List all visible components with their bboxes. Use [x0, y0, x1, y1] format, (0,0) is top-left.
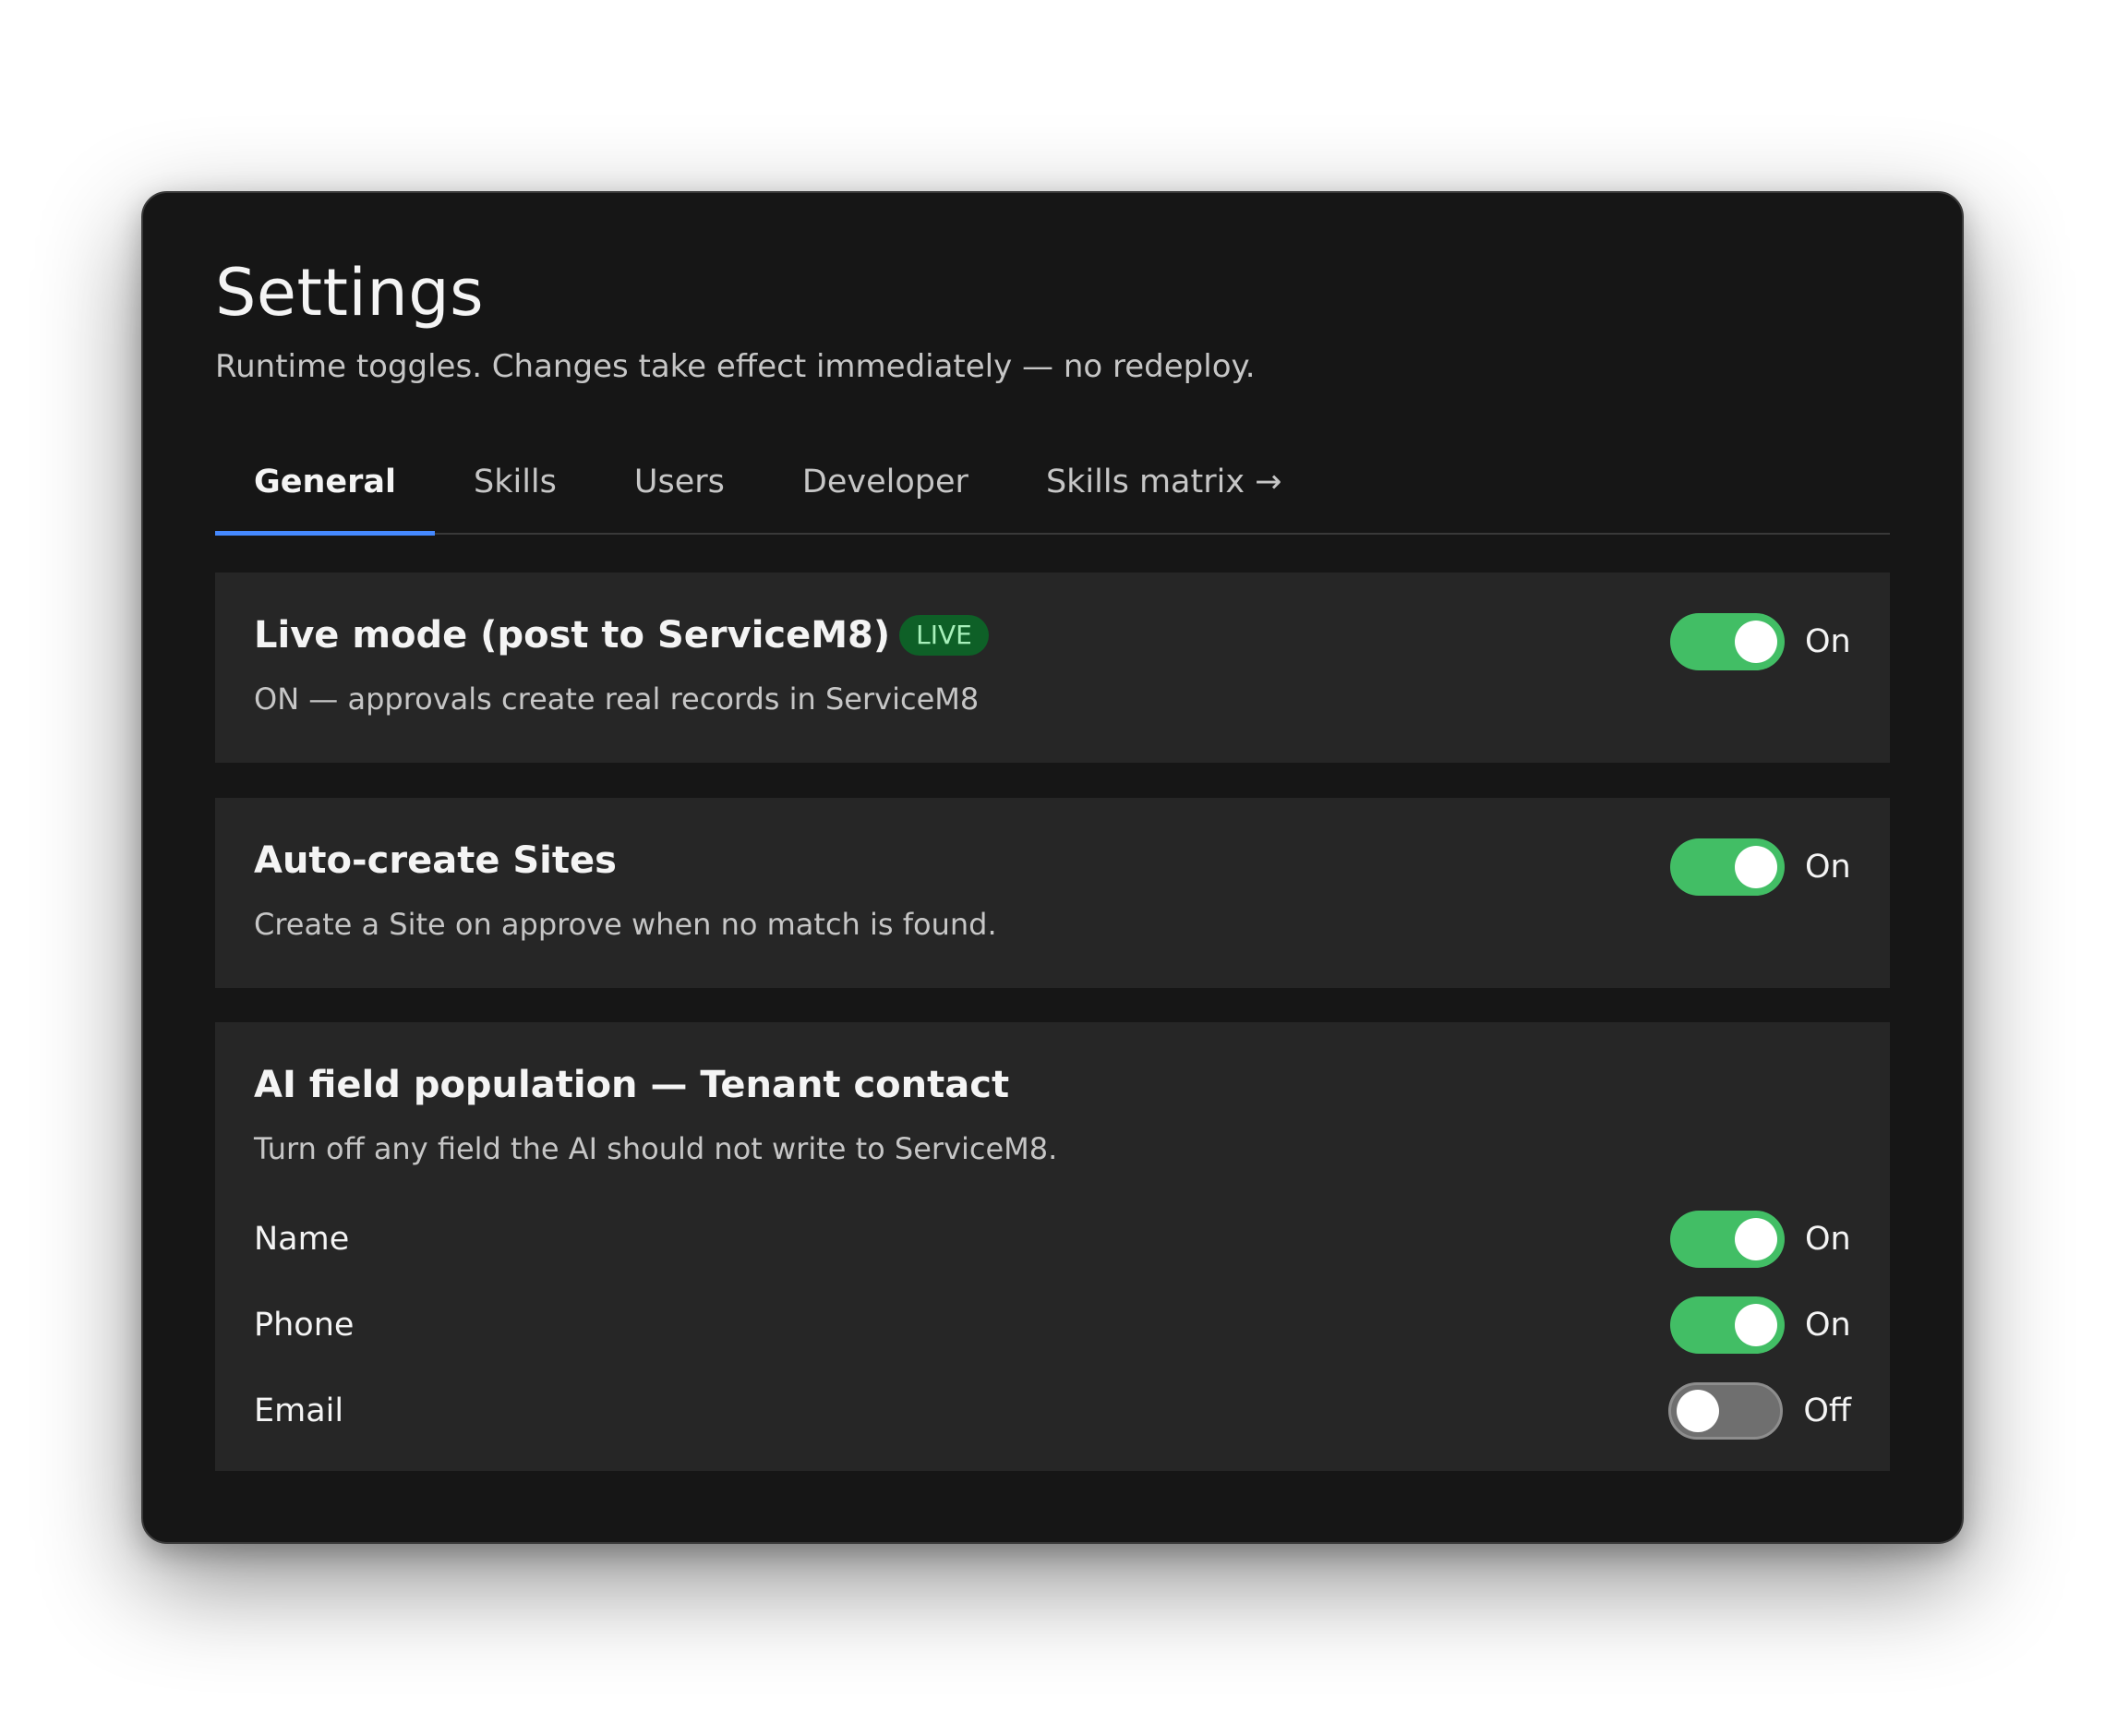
- toggle-knob: [1677, 1390, 1720, 1432]
- tab-developer[interactable]: Developer: [764, 431, 1007, 533]
- field-state-name: On: [1805, 1221, 1851, 1258]
- field-row-phone: Phone On: [254, 1293, 1851, 1357]
- field-state-email: Off: [1803, 1392, 1851, 1429]
- tab-skills-matrix-link[interactable]: Skills matrix →: [1007, 431, 1321, 533]
- tab-general[interactable]: General: [215, 431, 435, 536]
- ai-field-population-title: AI field population — Tenant contact: [254, 1064, 1010, 1106]
- toggle-knob: [1735, 1304, 1777, 1346]
- auto-create-sites-title-row: Auto-create Sites: [254, 838, 617, 883]
- phone-switch[interactable]: [1670, 1296, 1785, 1354]
- field-toggle-email[interactable]: Off: [1668, 1382, 1851, 1440]
- field-label-email: Email: [254, 1392, 344, 1429]
- email-switch[interactable]: [1668, 1382, 1784, 1440]
- field-toggle-name[interactable]: On: [1670, 1211, 1851, 1268]
- ai-field-population-title-row: AI field population — Tenant contact: [254, 1063, 1009, 1107]
- live-mode-card: Live mode (post to ServiceM8) LIVE ON — …: [215, 573, 1890, 763]
- settings-tabs: General Skills Users Developer Skills ma…: [215, 431, 1890, 536]
- auto-create-sites-toggle[interactable]: On: [1670, 838, 1851, 896]
- ai-field-population-description: Turn off any field the AI should not wri…: [254, 1131, 1058, 1166]
- field-label-name: Name: [254, 1221, 350, 1258]
- toggle-knob: [1735, 846, 1777, 888]
- page-title: Settings: [215, 255, 485, 331]
- name-switch[interactable]: [1670, 1211, 1785, 1268]
- field-row-name: Name On: [254, 1207, 1851, 1272]
- settings-window: Settings Runtime toggles. Changes take e…: [141, 191, 1964, 1544]
- live-mode-description: ON — approvals create real records in Se…: [254, 681, 980, 717]
- live-mode-title-row: Live mode (post to ServiceM8) LIVE: [254, 613, 989, 657]
- live-mode-toggle-state: On: [1805, 623, 1851, 660]
- field-toggle-phone[interactable]: On: [1670, 1296, 1851, 1354]
- tab-skills[interactable]: Skills: [435, 431, 595, 533]
- auto-create-sites-card: Auto-create Sites Create a Site on appro…: [215, 798, 1890, 988]
- ai-field-population-card: AI field population — Tenant contact Tur…: [215, 1022, 1890, 1471]
- auto-create-sites-title: Auto-create Sites: [254, 839, 617, 882]
- tab-users[interactable]: Users: [595, 431, 764, 533]
- toggle-knob: [1735, 621, 1777, 663]
- live-mode-switch[interactable]: [1670, 613, 1785, 670]
- field-label-phone: Phone: [254, 1307, 355, 1344]
- auto-create-sites-toggle-state: On: [1805, 849, 1851, 886]
- auto-create-sites-description: Create a Site on approve when no match i…: [254, 907, 997, 942]
- toggle-knob: [1735, 1218, 1777, 1260]
- live-mode-title: Live mode (post to ServiceM8): [254, 614, 891, 657]
- live-mode-toggle[interactable]: On: [1670, 613, 1851, 670]
- field-row-email: Email Off: [254, 1379, 1851, 1443]
- page-subtitle: Runtime toggles. Changes take effect imm…: [215, 348, 1256, 385]
- field-state-phone: On: [1805, 1307, 1851, 1344]
- live-status-badge: LIVE: [899, 614, 989, 657]
- auto-create-sites-switch[interactable]: [1670, 838, 1785, 896]
